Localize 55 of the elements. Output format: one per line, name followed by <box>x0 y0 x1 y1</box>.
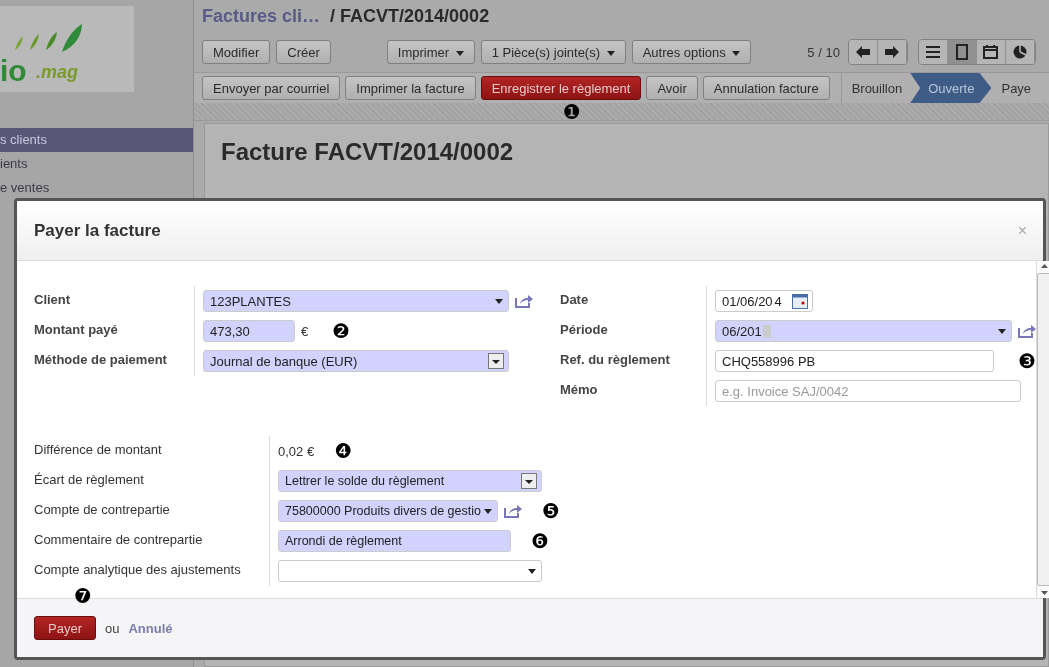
action-button[interactable]: Avoir <box>646 76 698 100</box>
pay-button[interactable]: Payer <box>34 616 96 640</box>
callout-number: ❶ <box>562 102 581 122</box>
field-label: Différence de montant <box>34 441 163 457</box>
breadcrumb-current: / FACVT/2014/0002 <box>330 5 490 27</box>
input-field[interactable]: Arrondi de règlement <box>278 530 512 552</box>
field-label: Ref. du règlement <box>560 351 671 367</box>
toolbar-button[interactable]: Modifier <box>202 40 271 64</box>
callout-number: ❼ <box>74 586 92 606</box>
status-step[interactable]: Brouillon <box>841 73 911 103</box>
field-label: Écart de règlement <box>34 471 145 487</box>
action-button[interactable]: Annulation facture <box>702 76 830 100</box>
input-field[interactable]: e.g. Invoice SAJ/0042 <box>715 380 1021 402</box>
cancel-link[interactable]: Annulé <box>128 620 173 636</box>
callout-number: ❺ <box>541 501 560 521</box>
callout-number: ❻ <box>531 531 549 551</box>
dropdown-field[interactable]: 75800000 Produits divers de gestio <box>278 500 498 522</box>
field-label: Client <box>34 291 72 307</box>
or-text: ou <box>104 620 120 636</box>
status-step[interactable]: Paye <box>991 73 1040 103</box>
input-field[interactable]: CHQ558996 PB <box>715 350 995 372</box>
field-value: 0,02 € <box>278 443 315 459</box>
action-button[interactable]: Enregistrer le règlement <box>480 76 642 100</box>
sidebar-item[interactable]: ients <box>0 152 193 176</box>
select-field[interactable]: Journal de banque (EUR) <box>203 350 509 372</box>
input-field[interactable]: 473,30 <box>203 320 295 342</box>
callout-number: ❷ <box>332 321 351 341</box>
currency-symbol: € <box>301 323 309 339</box>
field-label: Période <box>560 321 609 337</box>
dialog-title: Payer la facture <box>34 220 161 241</box>
form-title: Facture FACVT/2014/0002 <box>221 138 515 166</box>
logo: io .mag <box>0 6 134 92</box>
field-label: Compte analytique des ajustements <box>34 561 242 577</box>
toolbar-button[interactable]: Créer <box>276 40 331 64</box>
callout-number: ❸ <box>1018 351 1036 371</box>
field-label: Mémo <box>560 381 599 397</box>
field-label: Compte de contrepartie <box>34 501 171 517</box>
dropdown-field[interactable]: 06/201 <box>715 320 1012 342</box>
action-button[interactable]: Imprimer la facture <box>345 76 476 100</box>
dropdown-field[interactable]: 123PLANTES <box>203 290 509 312</box>
sidebar-item[interactable]: e ventes <box>0 176 193 200</box>
field-label: Montant payé <box>34 321 119 337</box>
dropdown-button[interactable]: 1 Pièce(s) jointe(s) <box>480 40 626 64</box>
pager-text: 5 / 10 <box>807 44 840 60</box>
field-label: Date <box>560 291 590 307</box>
callout-number: ❹ <box>334 441 353 461</box>
field-label: Commentaire de contrepartie <box>34 531 204 547</box>
sidebar-item[interactable]: s clients <box>0 128 193 152</box>
select-field[interactable]: Lettrer le solde du règlement <box>278 470 542 492</box>
dropdown-button[interactable]: Autres options <box>631 40 752 64</box>
status-step[interactable]: Ouverte <box>910 73 992 103</box>
date-field[interactable]: 01/06/204 <box>715 290 813 312</box>
action-button[interactable]: Envoyer par courriel <box>202 76 341 100</box>
dropdown-button[interactable]: Imprimer <box>386 40 475 64</box>
field-label: Méthode de paiement <box>34 351 168 367</box>
